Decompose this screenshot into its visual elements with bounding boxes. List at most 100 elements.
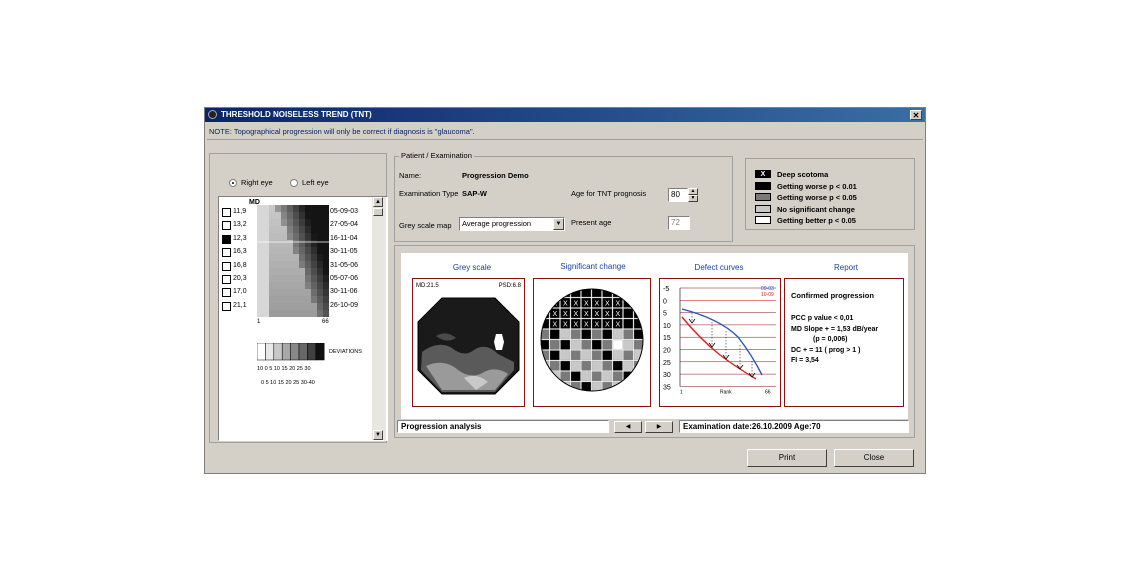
trend-map-cell — [293, 233, 299, 240]
trend-map-cell — [257, 205, 263, 212]
report-line: PCC p value < 0,01 — [791, 315, 854, 322]
next-exam-button[interactable]: ▶ — [645, 421, 673, 433]
sig-cell — [602, 339, 613, 350]
sig-cell — [623, 318, 634, 329]
trend-map-cell — [317, 212, 323, 219]
exam-type-label: Examination Type — [399, 189, 459, 198]
trend-map-cell — [287, 205, 293, 212]
trend-row-checkbox[interactable] — [222, 288, 231, 298]
scroll-up-button[interactable]: ▲ — [373, 197, 383, 207]
deep-scotoma-mark: X — [584, 301, 589, 308]
deviation-scale-row2: 0 5 10 15 20 25 30-40 — [261, 380, 315, 386]
trend-map-cell — [311, 226, 317, 233]
age-prognosis-input[interactable]: 80 — [668, 188, 688, 202]
grey-map-select[interactable]: Average progression ▼ — [459, 217, 565, 231]
close-button[interactable]: Close — [834, 449, 914, 467]
trend-map-cell — [275, 254, 281, 261]
deep-scotoma-mark: X — [595, 301, 600, 308]
trend-row-checkbox[interactable] — [222, 261, 231, 271]
sig-cell — [591, 350, 602, 361]
title-bar[interactable]: THRESHOLD NOISELESS TREND (TNT) ✕ — [205, 108, 925, 122]
sig-cell — [541, 381, 550, 391]
deviation-scale-swatch — [315, 343, 325, 361]
trend-map-cell — [293, 212, 299, 219]
sig-cell — [560, 350, 571, 361]
sig-cell — [602, 360, 613, 371]
trend-row-checkbox[interactable] — [222, 301, 231, 311]
trend-map-cell — [287, 261, 293, 268]
deviation-scale-swatch — [281, 343, 291, 361]
grey-map-label: Grey scale map — [399, 221, 452, 230]
report-line: (p = 0,006) — [813, 336, 848, 343]
significant-change-field: X X X X X X XX X X X X X XX X X X X X X — [540, 288, 644, 392]
deep-scotoma-mark: X — [595, 311, 600, 318]
trend-map-cell — [257, 219, 263, 226]
trend-row-date: 26-10-09 — [330, 301, 359, 309]
trend-scrollbar[interactable]: ▲ ▼ — [372, 197, 386, 440]
trend-map-cell — [281, 289, 287, 296]
close-window-button[interactable]: ✕ — [910, 110, 922, 120]
trend-map-cell — [269, 254, 275, 261]
legend-label: Getting worse p < 0.05 — [777, 193, 857, 202]
trend-map-cell — [293, 247, 299, 254]
right-eye-radio[interactable] — [229, 179, 237, 187]
chevron-down-icon[interactable]: ▼ — [553, 218, 564, 230]
trend-row-checkbox[interactable] — [222, 234, 231, 244]
trend-row-md: 16,8 — [233, 261, 247, 269]
trend-map-cell — [257, 226, 263, 233]
trend-map-cell — [311, 268, 317, 275]
sig-cell — [570, 329, 581, 340]
sig-cell — [570, 339, 581, 350]
trend-row-checkbox[interactable] — [222, 275, 231, 284]
trend-map-cell — [311, 303, 317, 310]
previous-exam-button[interactable]: ◀ — [614, 421, 642, 433]
trend-row-date: 30-11-06 — [330, 288, 358, 296]
trend-map-cell — [311, 212, 317, 219]
sig-cell — [560, 360, 571, 371]
age-spin-up[interactable]: ▲ — [688, 188, 698, 195]
sig-cell — [633, 289, 643, 298]
sig-cell — [541, 371, 550, 382]
trend-map-cell — [257, 310, 263, 317]
trend-map-cell — [305, 247, 311, 254]
trend-map-cell — [257, 254, 263, 261]
sig-cell — [560, 339, 571, 350]
trend-row-checkbox[interactable] — [222, 208, 231, 217]
scroll-down-button[interactable]: ▼ — [373, 430, 383, 440]
trend-map-cell — [311, 310, 317, 317]
trend-map-cell — [275, 310, 281, 317]
trend-map-cell — [269, 275, 275, 282]
trend-map-cell — [293, 303, 299, 310]
trend-map-cell — [257, 268, 263, 275]
trend-map-cell — [305, 282, 311, 289]
trend-map-cell — [317, 247, 323, 254]
sig-cell — [549, 339, 560, 350]
deviation-scale-swatch — [298, 343, 308, 361]
age-spin-down[interactable]: ▼ — [688, 195, 698, 202]
trend-map-cell — [305, 219, 311, 226]
report-frame: Confirmed progression PCC p value < 0,01 M… — [784, 278, 904, 407]
trend-map-cell — [299, 289, 305, 296]
sig-cell — [633, 360, 643, 371]
trend-map-cell — [275, 212, 281, 219]
trend-map-cell — [281, 226, 287, 233]
trend-map-cell — [275, 261, 281, 268]
trend-row-checkbox[interactable] — [222, 248, 231, 258]
grey-map-value: Average progression — [462, 219, 532, 228]
trend-map-cell — [263, 226, 269, 233]
print-button[interactable]: Print — [747, 449, 827, 467]
scroll-thumb[interactable] — [373, 208, 383, 216]
trend-map-cell — [269, 282, 275, 289]
trend-map-cell — [323, 296, 329, 303]
trend-map-cell — [317, 254, 323, 261]
defect-curves-title: Defect curves — [694, 263, 744, 272]
trend-row-checkbox[interactable] — [222, 221, 231, 231]
defect-curve-red — [681, 316, 757, 380]
trend-map-cell — [293, 254, 299, 261]
sig-cell — [612, 360, 623, 371]
trend-map-cell — [275, 303, 281, 310]
grey-scale-field — [417, 297, 520, 395]
left-eye-radio[interactable] — [290, 179, 298, 187]
sig-cell — [623, 297, 634, 308]
trend-map-cell — [275, 275, 281, 282]
